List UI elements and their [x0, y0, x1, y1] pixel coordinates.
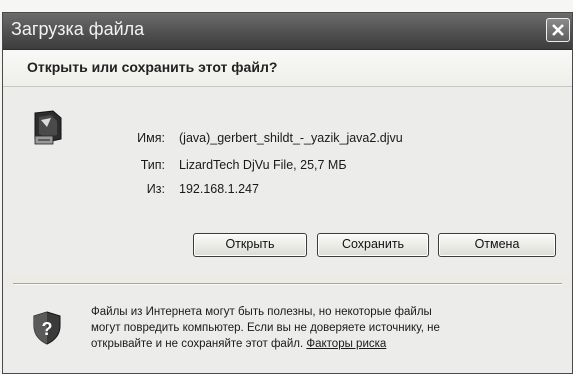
type-label: Тип: [140, 158, 165, 172]
shield-question-icon: ? [33, 311, 61, 345]
dialog-question: Открыть или сохранить этот файл? [27, 59, 278, 75]
warning-line-3: открывайте и не сохраняйте этот файл. Фа… [91, 336, 559, 352]
risk-factors-link[interactable]: Факторы риска [306, 338, 386, 350]
warning-line-1: Файлы из Интернета могут быть полезны, н… [91, 306, 432, 318]
file-source-row: Из: 192.168.1.247 [3, 182, 549, 200]
page: Загрузка файла Открыть или сохранить это… [0, 0, 573, 374]
divider [13, 283, 562, 285]
open-button[interactable]: Открыть [193, 233, 307, 257]
security-warning: ? Файлы из Интернета могут быть полезны,… [3, 287, 572, 373]
file-download-dialog: Загрузка файла Открыть или сохранить это… [2, 12, 573, 374]
from-label: Из: [146, 182, 165, 196]
save-button[interactable]: Сохранить [317, 233, 429, 257]
dialog-title: Загрузка файла [11, 19, 145, 39]
name-label: Имя: [137, 131, 165, 145]
title-bar[interactable]: Загрузка файла [3, 13, 572, 50]
warning-line-3-text: открывайте и не сохраняйте этот файл. [91, 338, 304, 350]
close-icon [552, 24, 564, 36]
warning-message: Файлы из Интернета могут быть полезны, н… [91, 304, 559, 352]
file-name-value: (java)_gerbert_shildt_-_yazik_java2.djvu [179, 131, 403, 145]
svg-text:?: ? [42, 319, 53, 339]
file-name-row: Имя: (java)_gerbert_shildt_-_yazik_java2… [3, 131, 549, 149]
dialog-header: Открыть или сохранить этот файл? [3, 50, 572, 87]
cancel-button[interactable]: Отмена [438, 233, 556, 257]
close-button[interactable] [546, 18, 570, 42]
file-type-row: Тип: LizardTech DjVu File, 25,7 МБ [3, 158, 549, 176]
file-source-value: 192.168.1.247 [179, 182, 259, 196]
file-type-value: LizardTech DjVu File, 25,7 МБ [179, 158, 347, 172]
warning-line-2: могут повредить компьютер. Если вы не до… [91, 322, 440, 334]
file-info-panel: Имя: (java)_gerbert_shildt_-_yazik_java2… [3, 87, 572, 275]
